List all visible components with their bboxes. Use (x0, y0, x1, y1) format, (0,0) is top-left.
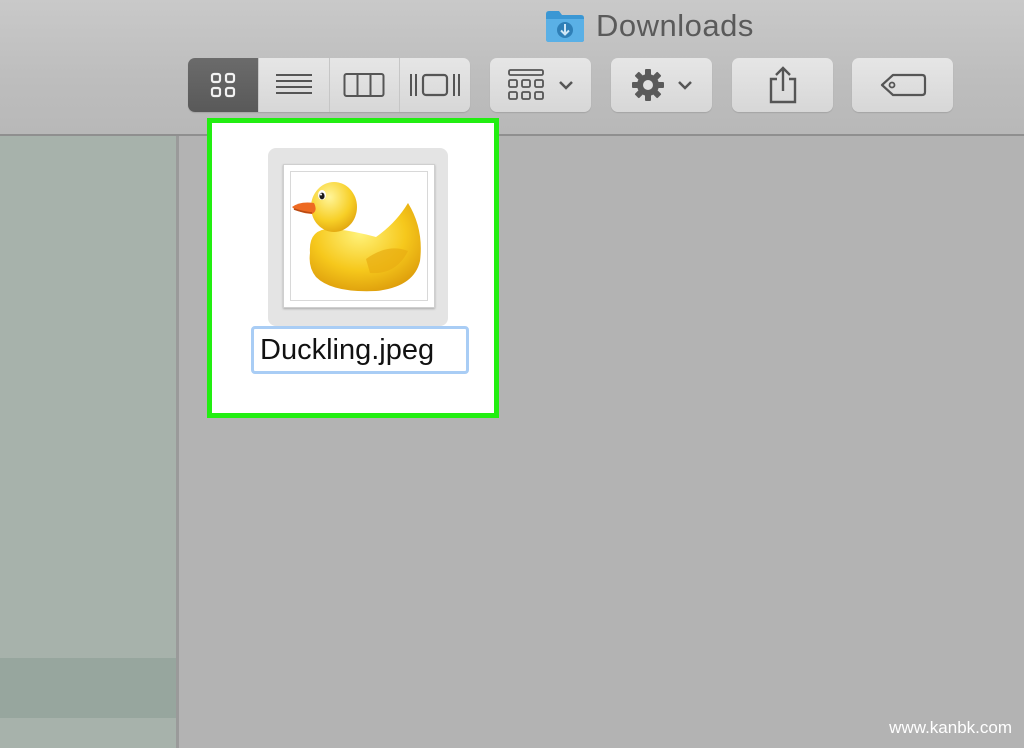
rubber-duck-image (292, 182, 421, 292)
view-mode-control (188, 58, 470, 112)
tag-button[interactable] (852, 58, 953, 112)
arrange-button[interactable] (490, 58, 591, 112)
list-view-button[interactable] (257, 58, 329, 112)
sidebar-selected-item[interactable] (0, 658, 176, 718)
share-button[interactable] (732, 58, 833, 112)
window-title: Downloads (544, 6, 754, 46)
image-thumbnail (283, 164, 435, 308)
file-icon[interactable] (268, 148, 448, 326)
tag-icon (880, 73, 926, 97)
list-icon (275, 74, 312, 94)
cover-flow-view-button[interactable] (399, 58, 470, 112)
watermark: www.kanbk.com (889, 718, 1012, 737)
file-name-field[interactable]: Duckling.jpeg (251, 326, 469, 374)
share-icon (769, 66, 796, 104)
sidebar (0, 136, 179, 748)
cover-flow-icon (410, 73, 461, 97)
icon-view-button[interactable] (188, 58, 258, 112)
file-selection-highlight: Duckling.jpeg (207, 118, 499, 418)
gear-icon (631, 69, 664, 101)
column-view-button[interactable] (328, 58, 400, 112)
chevron-down-icon (558, 81, 573, 90)
downloads-folder-icon (546, 11, 584, 42)
grid-icon (210, 72, 235, 98)
action-button[interactable] (611, 58, 712, 112)
finder-toolbar: Downloads (0, 0, 1024, 136)
columns-icon (343, 73, 385, 97)
window-title-text: Downloads (596, 8, 754, 43)
arrange-grid-icon (507, 69, 544, 100)
chevron-down-icon (677, 81, 692, 90)
